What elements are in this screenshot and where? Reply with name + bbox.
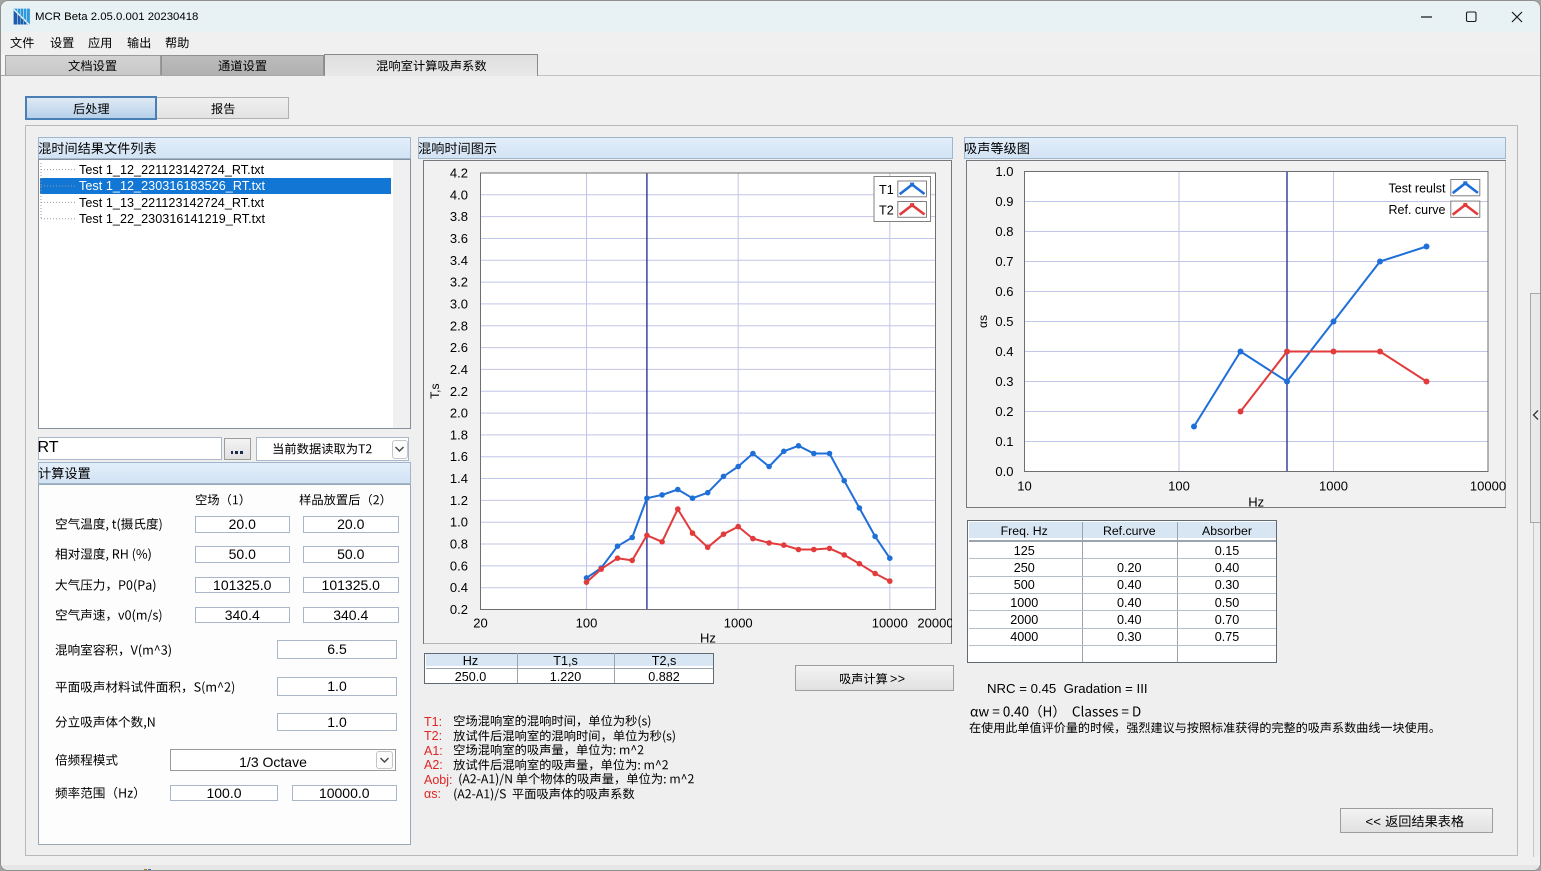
svg-text:Test reulst: Test reulst [1388, 181, 1445, 195]
svg-text:2.2: 2.2 [449, 383, 467, 398]
svg-text:0.0: 0.0 [995, 464, 1013, 479]
svg-text:0.2: 0.2 [449, 602, 467, 617]
svg-text:0.8: 0.8 [995, 224, 1013, 239]
svg-text:T1: T1 [879, 183, 894, 197]
svg-text:2.0: 2.0 [449, 405, 467, 420]
svg-text:1.0: 1.0 [449, 514, 467, 529]
svg-text:100: 100 [575, 615, 597, 630]
svg-text:3.4: 3.4 [449, 252, 467, 267]
svg-text:20000: 20000 [917, 615, 952, 630]
svg-text:1.6: 1.6 [449, 449, 467, 464]
svg-text:20: 20 [473, 615, 487, 630]
svg-text:4.2: 4.2 [449, 165, 467, 180]
svg-text:0.9: 0.9 [995, 194, 1013, 209]
svg-text:2.4: 2.4 [449, 361, 467, 376]
svg-text:3.8: 3.8 [449, 209, 467, 224]
svg-text:10000: 10000 [871, 615, 907, 630]
svg-text:0.5: 0.5 [995, 314, 1013, 329]
svg-text:3.2: 3.2 [449, 274, 467, 289]
svg-text:100: 100 [1168, 478, 1190, 493]
svg-text:3.6: 3.6 [449, 231, 467, 246]
svg-text:0.4: 0.4 [449, 580, 467, 595]
svg-text:T,s: T,s [428, 383, 442, 398]
svg-text:1000: 1000 [723, 615, 752, 630]
svg-text:0.7: 0.7 [995, 254, 1013, 269]
svg-text:Hz: Hz [1248, 494, 1264, 508]
svg-text:10: 10 [1017, 478, 1031, 493]
svg-text:1000: 1000 [1319, 478, 1348, 493]
svg-text:Hz: Hz [700, 630, 716, 644]
svg-text:Ref. curve: Ref. curve [1388, 202, 1445, 216]
svg-text:0.6: 0.6 [995, 284, 1013, 299]
svg-text:0.3: 0.3 [995, 374, 1013, 389]
svg-text:10000: 10000 [1469, 478, 1505, 493]
svg-text:0.4: 0.4 [995, 344, 1013, 359]
svg-text:T2: T2 [879, 203, 894, 217]
svg-text:4.0: 4.0 [449, 187, 467, 202]
svg-text:2.8: 2.8 [449, 318, 467, 333]
svg-text:3.0: 3.0 [449, 296, 467, 311]
svg-text:1.2: 1.2 [449, 492, 467, 507]
svg-text:αs: αs [976, 315, 990, 328]
svg-text:0.8: 0.8 [449, 536, 467, 551]
svg-text:0.1: 0.1 [995, 434, 1013, 449]
svg-text:2.6: 2.6 [449, 340, 467, 355]
svg-text:0.6: 0.6 [449, 558, 467, 573]
svg-text:1.0: 1.0 [995, 164, 1013, 179]
svg-text:1.4: 1.4 [449, 471, 467, 486]
svg-text:1.8: 1.8 [449, 427, 467, 442]
svg-text:0.2: 0.2 [995, 404, 1013, 419]
